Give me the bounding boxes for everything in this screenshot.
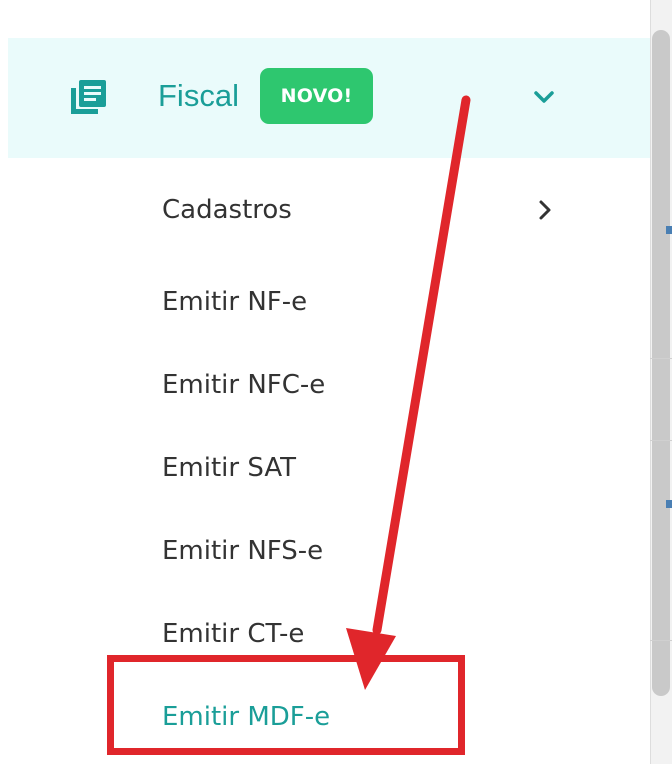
chevron-right-icon[interactable]	[534, 196, 556, 224]
menu-item-emitir-nfce[interactable]: Emitir NFC-e	[162, 369, 325, 401]
menu-item-emitir-cte[interactable]: Emitir CT-e	[162, 618, 304, 650]
annotation-highlight-box	[107, 655, 465, 755]
fiscal-section-label[interactable]: Fiscal	[158, 76, 239, 116]
scrollbar-thumb[interactable]	[652, 30, 670, 696]
sidebar-menu: Fiscal NOVO! Cadastros Emitir NF-e Emiti…	[0, 0, 650, 764]
edge-divider	[650, 440, 672, 441]
edge-divider	[650, 640, 672, 641]
edge-divider	[650, 358, 672, 359]
document-list-icon	[71, 80, 106, 114]
menu-item-cadastros[interactable]: Cadastros	[162, 194, 292, 226]
menu-item-emitir-nfe[interactable]: Emitir NF-e	[162, 286, 307, 318]
chevron-down-icon[interactable]	[530, 86, 558, 108]
edge-marker	[666, 226, 672, 234]
edge-marker	[666, 500, 672, 508]
menu-item-emitir-sat[interactable]: Emitir SAT	[162, 452, 296, 484]
new-badge: NOVO!	[260, 68, 373, 124]
menu-item-emitir-nfse[interactable]: Emitir NFS-e	[162, 535, 323, 567]
